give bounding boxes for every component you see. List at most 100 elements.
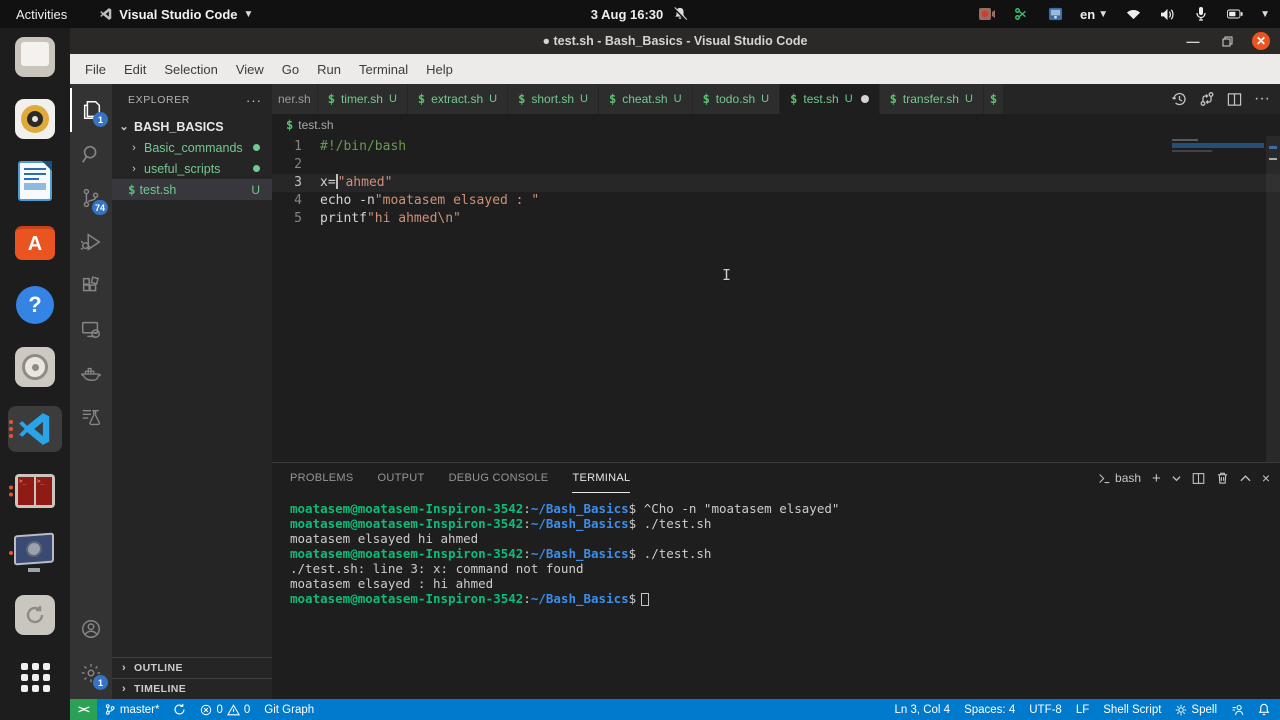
- notifications-bell-icon[interactable]: [1251, 699, 1280, 720]
- dock-item-vscode[interactable]: [8, 406, 62, 452]
- dock-item-media-player[interactable]: [8, 530, 62, 576]
- timeline-history-icon[interactable]: [1171, 91, 1187, 107]
- microphone-icon[interactable]: [1192, 6, 1210, 22]
- cursor-position-item[interactable]: Ln 3, Col 4: [887, 699, 957, 720]
- tab-cheat.sh[interactable]: $ cheat.sh U: [599, 84, 692, 114]
- explorer-more-actions[interactable]: ···: [246, 93, 262, 108]
- problems-item[interactable]: 0 0: [193, 699, 257, 720]
- eol-item[interactable]: LF: [1069, 699, 1096, 720]
- dock-item-backups[interactable]: [8, 592, 62, 638]
- code-line-4[interactable]: 4 echo -n "moatasem elsayed : ": [272, 192, 1280, 210]
- indentation-item[interactable]: Spaces: 4: [957, 699, 1022, 720]
- volume-icon[interactable]: [1158, 6, 1176, 22]
- screenshot-tray-icon[interactable]: [1046, 6, 1064, 22]
- scissors-tray-icon[interactable]: [1012, 6, 1030, 22]
- battery-icon[interactable]: [1226, 6, 1244, 22]
- accounts-icon[interactable]: [70, 607, 112, 651]
- dock-item-disks[interactable]: [8, 344, 62, 390]
- minimap[interactable]: [1172, 139, 1264, 169]
- tree-item-basic_commands[interactable]: › Basic_commands: [112, 137, 272, 158]
- tree-item-test.sh[interactable]: $ test.sh U: [112, 179, 272, 200]
- code-line-1[interactable]: 1 #!/bin/bash: [272, 138, 1280, 156]
- terminal[interactable]: moatasem@moatasem-Inspiron-3542:~/Bash_B…: [272, 493, 1280, 699]
- tree-root-bash-basics[interactable]: ⌄ BASH_BASICS: [112, 116, 272, 137]
- keyboard-layout-indicator[interactable]: en ▼: [1080, 7, 1108, 22]
- tab-timer.sh[interactable]: $ timer.sh U: [317, 84, 407, 114]
- outline-section[interactable]: › OUTLINE: [112, 657, 272, 678]
- more-actions-icon[interactable]: ···: [1254, 90, 1270, 108]
- terminal-dropdown-icon[interactable]: [1172, 474, 1181, 483]
- panel-tab-problems[interactable]: PROBLEMS: [290, 463, 354, 493]
- tab-transfer.sh[interactable]: $ transfer.sh U: [879, 84, 983, 114]
- language-mode-item[interactable]: Shell Script: [1096, 699, 1168, 720]
- menu-edit[interactable]: Edit: [115, 58, 155, 81]
- wifi-icon[interactable]: [1124, 6, 1142, 22]
- dock-item-help[interactable]: ?: [8, 282, 62, 328]
- window-title-bar[interactable]: ● test.sh - Bash_Basics - Visual Studio …: [70, 28, 1280, 54]
- kill-terminal-icon[interactable]: [1216, 471, 1229, 485]
- menu-terminal[interactable]: Terminal: [350, 58, 417, 81]
- minimize-button[interactable]: —: [1184, 32, 1202, 50]
- tab-test.sh[interactable]: $ test.sh U: [780, 84, 879, 114]
- breadcrumb[interactable]: $ test.sh: [272, 114, 1280, 136]
- feedback-icon[interactable]: [1224, 699, 1251, 720]
- git-compare-icon[interactable]: [1199, 91, 1215, 107]
- remote-explorer-icon[interactable]: [70, 308, 112, 352]
- source-control-icon[interactable]: 74: [70, 176, 112, 220]
- clock[interactable]: 3 Aug 16:30: [591, 7, 664, 22]
- tab-todo.sh[interactable]: $ todo.sh U: [692, 84, 780, 114]
- close-panel-icon[interactable]: ×: [1262, 470, 1270, 486]
- menu-help[interactable]: Help: [417, 58, 462, 81]
- sync-icon[interactable]: [166, 699, 193, 720]
- tab-short.sh[interactable]: $ short.sh U: [508, 84, 598, 114]
- remote-indicator[interactable]: ><: [70, 699, 97, 720]
- git-branch-item[interactable]: master*: [97, 699, 167, 720]
- split-terminal-icon[interactable]: [1192, 472, 1205, 485]
- dock-item-rhythmbox[interactable]: [8, 96, 62, 142]
- tab-partial[interactable]: $: [983, 84, 1004, 114]
- activities-button[interactable]: Activities: [10, 5, 73, 24]
- menu-run[interactable]: Run: [308, 58, 350, 81]
- dock-item-files-app[interactable]: [8, 34, 62, 80]
- maximize-panel-icon[interactable]: [1240, 474, 1251, 482]
- encoding-item[interactable]: UTF-8: [1022, 699, 1069, 720]
- new-terminal-icon[interactable]: +: [1152, 470, 1161, 487]
- code-line-2[interactable]: 2: [272, 156, 1280, 174]
- code-line-3[interactable]: 3 x= "ahmed": [272, 174, 1280, 192]
- explorer-icon[interactable]: 1: [70, 88, 112, 132]
- split-editor-icon[interactable]: [1227, 92, 1242, 107]
- menu-selection[interactable]: Selection: [155, 58, 226, 81]
- shell-selector[interactable]: bash: [1098, 471, 1141, 485]
- menu-go[interactable]: Go: [273, 58, 308, 81]
- menu-file[interactable]: File: [76, 58, 115, 81]
- spell-checker-item[interactable]: Spell: [1168, 699, 1224, 720]
- dock-item-libreoffice-writer[interactable]: [8, 158, 62, 204]
- close-button[interactable]: ✕: [1252, 32, 1270, 50]
- panel-tab-debug-console[interactable]: DEBUG CONSOLE: [449, 463, 549, 493]
- app-indicator[interactable]: Visual Studio Code ▼: [99, 7, 253, 22]
- search-icon[interactable]: [70, 132, 112, 176]
- dock-item-ubuntu-software[interactable]: A: [8, 220, 62, 266]
- code-line-5[interactable]: 5 printf "hi ahmed\n": [272, 210, 1280, 228]
- settings-gear-icon[interactable]: 1: [70, 651, 112, 695]
- dock-item-show-apps[interactable]: [8, 654, 62, 700]
- maximize-button[interactable]: [1218, 32, 1236, 50]
- testing-icon[interactable]: [70, 396, 112, 440]
- run-debug-icon[interactable]: [70, 220, 112, 264]
- panel-tab-output[interactable]: OUTPUT: [378, 463, 425, 493]
- docker-icon[interactable]: [70, 352, 112, 396]
- prompt-path: ~/Bash_Basics: [530, 501, 629, 516]
- timeline-section[interactable]: › TIMELINE: [112, 678, 272, 699]
- code-editor[interactable]: 1 #!/bin/bash 2 3 x= "ahmed" 4 echo -n "moatas…: [272, 136, 1280, 462]
- editor-scrollbar[interactable]: [1266, 136, 1280, 462]
- tab-ner.sh[interactable]: ner.sh: [272, 84, 317, 114]
- dock-item-terminal-app[interactable]: >_ >_: [8, 468, 62, 514]
- screen-record-icon[interactable]: [978, 6, 996, 22]
- system-menu-chevron[interactable]: ▼: [1260, 9, 1270, 20]
- tab-extract.sh[interactable]: $ extract.sh U: [407, 84, 508, 114]
- menu-view[interactable]: View: [227, 58, 273, 81]
- git-graph-item[interactable]: Git Graph: [257, 699, 321, 720]
- panel-tab-terminal[interactable]: TERMINAL: [572, 463, 631, 493]
- extensions-icon[interactable]: [70, 264, 112, 308]
- tree-item-useful_scripts[interactable]: › useful_scripts: [112, 158, 272, 179]
